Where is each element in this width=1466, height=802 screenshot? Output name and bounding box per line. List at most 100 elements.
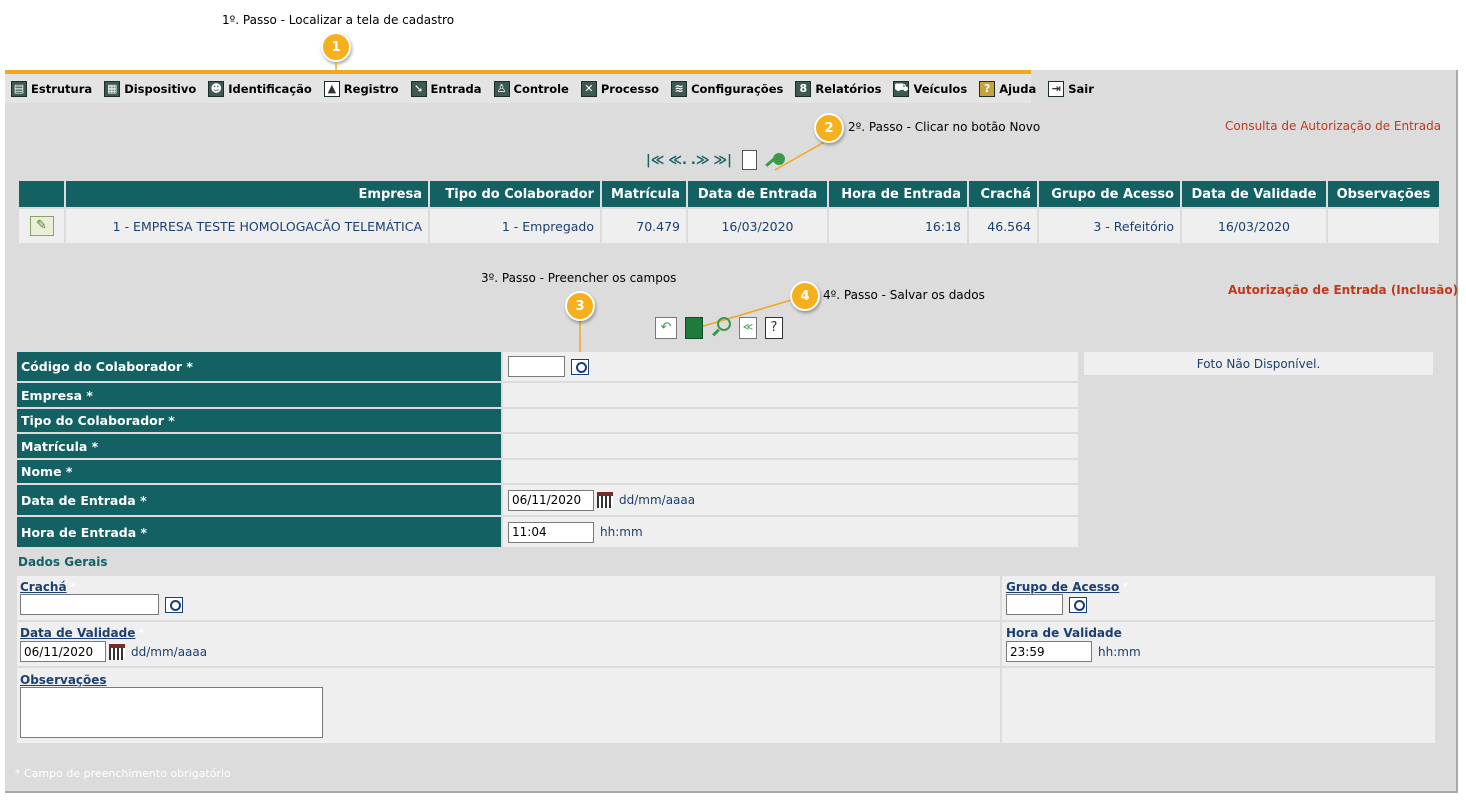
process-icon: ✕ bbox=[580, 80, 597, 97]
hora-entrada-input[interactable] bbox=[508, 521, 594, 543]
next-page-icon[interactable]: .≫ bbox=[691, 153, 710, 168]
find-icon[interactable] bbox=[711, 317, 731, 339]
menu-label: Sair bbox=[1068, 81, 1094, 96]
menu-label: Estrutura bbox=[31, 81, 93, 96]
data-entrada-input[interactable] bbox=[508, 489, 594, 511]
col-tipo[interactable]: Tipo do Colaborador bbox=[430, 181, 600, 207]
last-page-icon[interactable]: ≫| bbox=[713, 153, 731, 168]
menu-entrada[interactable]: ➘ Entrada bbox=[410, 80, 482, 97]
required-star: * bbox=[1122, 580, 1129, 594]
lookup-icon[interactable] bbox=[571, 358, 589, 375]
menu-processo[interactable]: ✕ Processo bbox=[580, 80, 660, 97]
new-record-icon[interactable] bbox=[741, 150, 757, 170]
cell-observacoes bbox=[1328, 209, 1439, 243]
observacoes-label: Observações bbox=[20, 673, 107, 687]
cell-cracha: 46.564 bbox=[969, 209, 1037, 243]
col-empresa[interactable]: Empresa bbox=[66, 181, 428, 207]
structure-icon: ▤ bbox=[11, 80, 27, 97]
first-page-icon[interactable]: |≪ bbox=[646, 153, 664, 168]
menu-label: Relatórios bbox=[815, 81, 882, 96]
col-cracha[interactable]: Crachá bbox=[969, 181, 1037, 207]
grupo-input[interactable] bbox=[1006, 594, 1063, 615]
main-menu: ▤ Estrutura ▦ Dispositivo ☻ Identificação ▲… bbox=[5, 70, 1094, 103]
data-validade-input[interactable] bbox=[20, 641, 106, 662]
lookup-icon[interactable] bbox=[165, 596, 183, 613]
hora-entrada-label: Hora de Entrada * bbox=[17, 517, 501, 547]
reports-icon: 8 bbox=[795, 80, 812, 97]
form-title: Autorização de Entrada (Inclusão) bbox=[1228, 283, 1459, 297]
prev-page-icon[interactable]: ≪. bbox=[668, 153, 687, 168]
tipo-label: Tipo do Colaborador * bbox=[17, 409, 501, 432]
cell-empresa: 1 - EMPRESA TESTE HOMOLOGACÃO TELEMÁTICA bbox=[66, 209, 428, 243]
table-row: ✎ 1 - EMPRESA TESTE HOMOLOGACÃO TELEMÁTI… bbox=[19, 209, 1439, 243]
nome-value bbox=[503, 460, 1078, 483]
col-matricula[interactable]: Matrícula bbox=[602, 181, 686, 207]
help-doc-icon[interactable]: ? bbox=[765, 317, 783, 339]
empresa-label: Empresa * bbox=[17, 383, 501, 407]
col-observacoes[interactable]: Observações bbox=[1328, 181, 1439, 207]
photo-text: Foto Não Disponível. bbox=[1196, 356, 1321, 371]
calendar-icon[interactable] bbox=[597, 492, 613, 508]
col-action bbox=[19, 181, 64, 207]
menu-dispositivo[interactable]: ▦ Dispositivo bbox=[104, 80, 197, 97]
callout-4: 4 bbox=[790, 281, 820, 311]
menu-veiculos[interactable]: ⛟ Veículos bbox=[893, 80, 968, 97]
menu-configuracoes[interactable]: ≋ Configurações bbox=[671, 80, 784, 97]
menu-estrutura[interactable]: ▤ Estrutura bbox=[11, 80, 93, 97]
save-icon[interactable] bbox=[685, 317, 703, 339]
menu-registro[interactable]: ▲ Registro bbox=[323, 80, 399, 97]
back-icon[interactable]: ↶ bbox=[655, 317, 677, 339]
data-validade-field: dd/mm/aaaa bbox=[20, 641, 207, 662]
nav-toolbar: |≪ ≪. .≫ ≫| bbox=[646, 150, 785, 170]
hora-validade-label: Hora de Validade bbox=[1006, 626, 1122, 640]
date-format-hint: dd/mm/aaaa bbox=[131, 644, 208, 659]
list-icon[interactable]: ≪ bbox=[739, 317, 757, 339]
data-entrada-label: Data de Entrada * bbox=[17, 485, 501, 515]
photo-panel: Foto Não Disponível. bbox=[1084, 352, 1433, 375]
codigo-input[interactable] bbox=[508, 356, 565, 377]
observacoes-textarea[interactable] bbox=[20, 687, 323, 738]
cracha-input[interactable] bbox=[20, 594, 159, 615]
callout-2: 2 bbox=[814, 113, 844, 143]
menu-relatorios[interactable]: 8 Relatórios bbox=[795, 80, 882, 97]
data-validade-label: Data de Validade * bbox=[20, 626, 144, 640]
empresa-value bbox=[503, 383, 1078, 407]
col-hora-entrada[interactable]: Hora de Entrada bbox=[829, 181, 967, 207]
cell-grupo: 3 - Refeitório bbox=[1039, 209, 1180, 243]
menu-label: Configurações bbox=[691, 81, 784, 96]
col-data-validade[interactable]: Data de Validade bbox=[1182, 181, 1326, 207]
grupo-label: Grupo de Acesso * bbox=[1006, 580, 1128, 594]
device-icon: ▦ bbox=[104, 80, 121, 97]
menu-sair[interactable]: ⇥ Sair bbox=[1048, 80, 1094, 97]
menu-label: Processo bbox=[600, 81, 660, 96]
required-star: * bbox=[69, 580, 76, 594]
cracha-label: Crachá * bbox=[20, 580, 76, 594]
hora-validade-input[interactable] bbox=[1006, 641, 1092, 662]
entry-icon: ➘ bbox=[410, 80, 427, 97]
calendar-icon[interactable] bbox=[109, 643, 125, 660]
col-data-entrada[interactable]: Data de Entrada bbox=[688, 181, 827, 207]
cell-matricula: 70.479 bbox=[602, 209, 686, 243]
lookup-icon[interactable] bbox=[1069, 596, 1087, 613]
menu-identificacao[interactable]: ☻ Identificação bbox=[208, 80, 312, 97]
search-icon[interactable] bbox=[765, 153, 785, 167]
matricula-value bbox=[503, 434, 1078, 458]
hora-validade-field: hh:mm bbox=[1006, 641, 1141, 662]
identification-icon: ☻ bbox=[208, 80, 225, 97]
menu-controle[interactable]: ♙ Controle bbox=[493, 80, 569, 97]
col-grupo[interactable]: Grupo de Acesso bbox=[1039, 181, 1180, 207]
settings-icon: ≋ bbox=[671, 80, 688, 97]
tipo-value bbox=[503, 409, 1078, 432]
codigo-label: Código do Colaborador * bbox=[17, 352, 501, 381]
edit-icon[interactable]: ✎ bbox=[29, 216, 54, 236]
menu-label: Veículos bbox=[913, 81, 968, 96]
help-icon: ? bbox=[979, 80, 996, 97]
menu-label: Dispositivo bbox=[124, 81, 197, 96]
data-entrada-cell: dd/mm/aaaa bbox=[503, 485, 1078, 515]
required-star: * bbox=[138, 626, 145, 640]
cell-data-entrada: 16/03/2020 bbox=[688, 209, 827, 243]
empty-panel bbox=[1002, 668, 1435, 743]
cracha-label-text: Crachá bbox=[20, 580, 67, 594]
menu-ajuda[interactable]: ? Ajuda bbox=[979, 80, 1036, 97]
consulta-title: Consulta de Autorização de Entrada bbox=[1225, 119, 1442, 133]
